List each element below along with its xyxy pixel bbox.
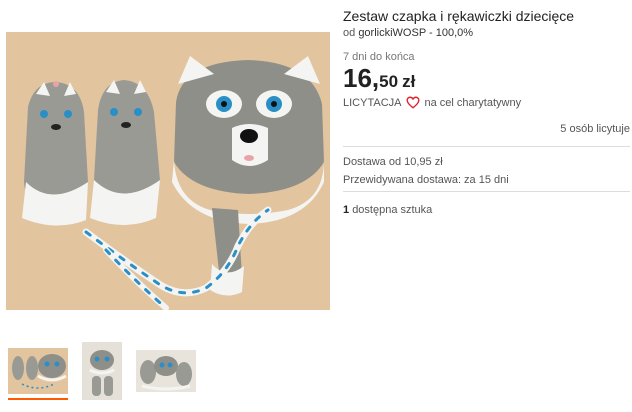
mitten-right — [90, 80, 160, 225]
delivery-cost[interactable]: Dostawa od 10,95 zł — [343, 156, 443, 168]
seller-link[interactable]: gorlickiWOSP - 100,0% — [358, 27, 473, 39]
auction-line: LICYTACJA na cel charytatywny — [343, 96, 521, 109]
thumbnail-3[interactable] — [136, 350, 196, 392]
stock-text: dostępna sztuka — [352, 204, 433, 216]
thumbnail-1[interactable] — [8, 348, 68, 400]
thumbnail-2[interactable] — [82, 342, 122, 400]
stock-availability: 1 dostępna sztuka — [343, 204, 432, 216]
divider — [343, 191, 630, 192]
seller-line: od gorlickiWOSP - 100,0% — [343, 27, 473, 39]
mitten-left — [22, 81, 88, 226]
main-product-image[interactable] — [6, 32, 330, 310]
stock-count: 1 — [343, 204, 350, 216]
thumbnail-strip — [6, 342, 336, 402]
bidders-count[interactable]: 5 osób licytuje — [560, 123, 630, 135]
price-main: 16, — [343, 63, 380, 93]
price-currency: zł — [402, 72, 416, 91]
divider — [343, 146, 630, 147]
price-cents: 50 — [379, 72, 399, 91]
auction-label: LICYTACJA — [343, 96, 402, 109]
seller-prefix: od — [343, 27, 356, 39]
cropped-breadcrumb — [0, 0, 60, 4]
delivery-estimate: Przewidywana dostawa: za 15 dni — [343, 174, 509, 186]
price: 16,50 zł — [343, 63, 415, 94]
charity-link[interactable]: na cel charytatywny — [424, 97, 521, 109]
product-title: Zestaw czapka i rękawiczki dziecięce — [343, 8, 575, 24]
time-remaining: 7 dni do końca — [343, 51, 415, 63]
heart-icon — [406, 96, 421, 109]
